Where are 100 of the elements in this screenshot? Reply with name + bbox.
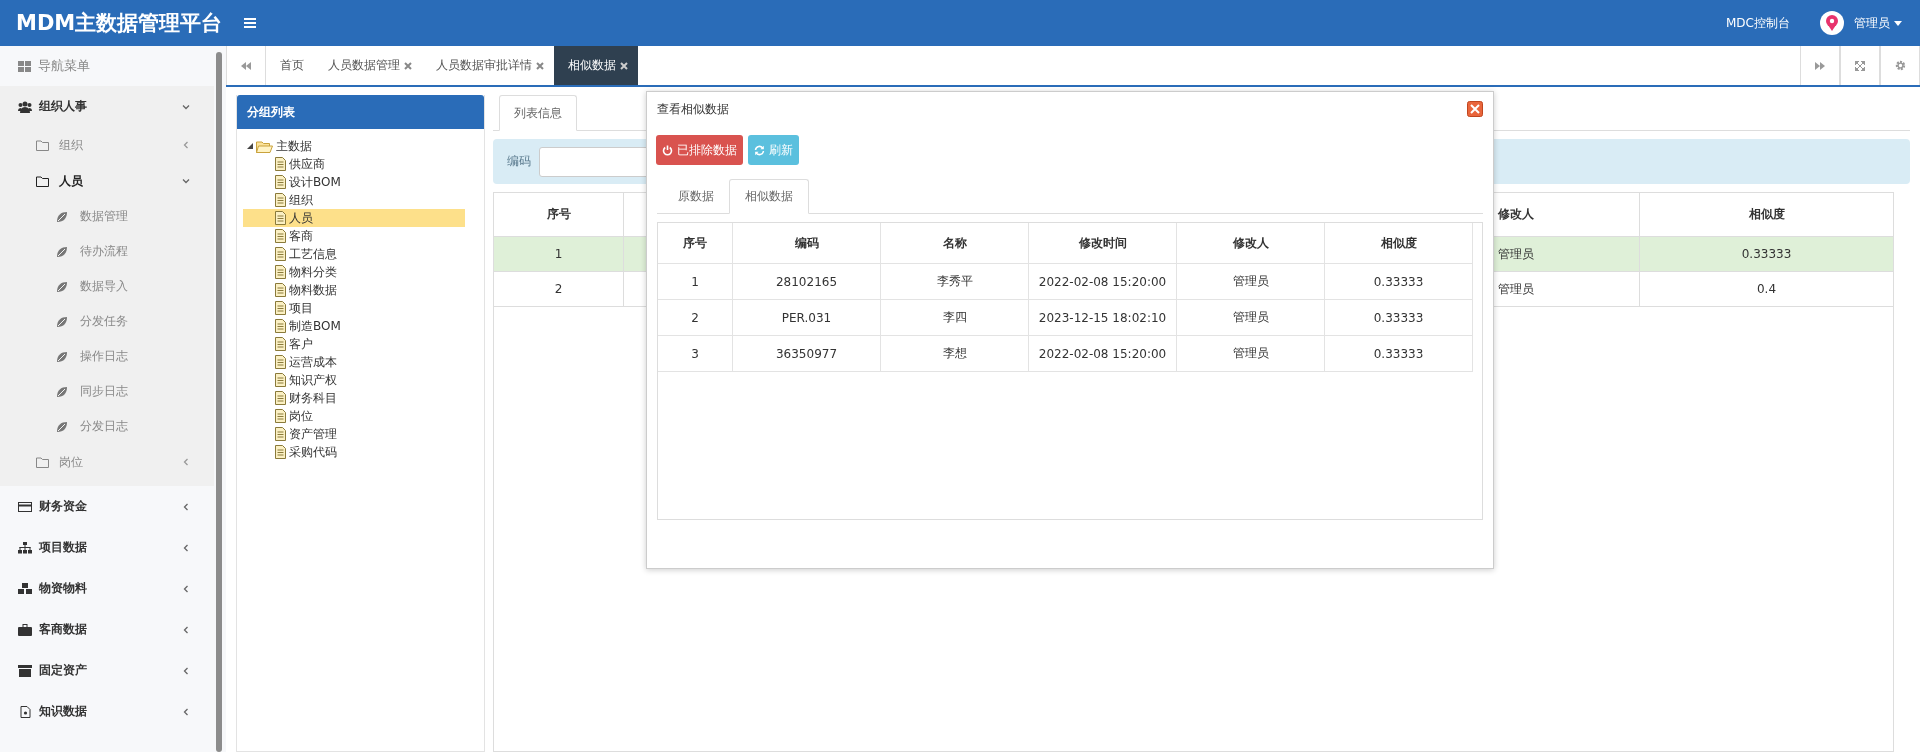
nav-item[interactable]: 物资物料 bbox=[0, 568, 214, 609]
tree-node[interactable]: 财务科目 bbox=[243, 389, 465, 407]
tree-node[interactable]: 物料分类 bbox=[243, 263, 465, 281]
scroll-right-button[interactable] bbox=[1800, 46, 1840, 85]
table-cell: 3 bbox=[658, 335, 733, 372]
close-icon[interactable] bbox=[404, 61, 412, 70]
document-icon bbox=[275, 283, 286, 297]
tree-node[interactable]: 设计BOM bbox=[243, 173, 465, 191]
nav-item[interactable]: 财务资金 bbox=[0, 486, 214, 527]
document-icon bbox=[275, 301, 286, 315]
tree-node[interactable]: 制造BOM bbox=[243, 317, 465, 335]
column-header: 相似度 bbox=[1324, 223, 1473, 264]
document-icon bbox=[275, 193, 286, 207]
column-header: 序号 bbox=[658, 223, 733, 264]
close-icon[interactable] bbox=[536, 61, 544, 70]
refresh-icon bbox=[754, 144, 765, 156]
table-cell: 2 bbox=[494, 272, 624, 306]
tree-node[interactable]: 客户 bbox=[243, 335, 465, 353]
column-header: 序号 bbox=[494, 193, 624, 236]
chevron-left-icon bbox=[182, 458, 190, 466]
tree-node[interactable]: 工艺信息 bbox=[243, 245, 465, 263]
user-menu[interactable]: 管理员 bbox=[1854, 14, 1902, 32]
double-left-icon bbox=[241, 61, 251, 70]
table-cell: 0.33333 bbox=[1324, 263, 1473, 300]
file-icon bbox=[18, 705, 32, 718]
triangle-down-icon bbox=[247, 143, 253, 149]
table-cell: 36350977 bbox=[732, 335, 881, 372]
tree-node[interactable]: 客商 bbox=[243, 227, 465, 245]
grid-icon bbox=[18, 60, 31, 72]
double-right-icon bbox=[1815, 61, 1825, 70]
tree-node[interactable]: 运营成本 bbox=[243, 353, 465, 371]
document-icon bbox=[275, 337, 286, 351]
scrollbar[interactable] bbox=[216, 52, 222, 752]
table-cell: 28102165 bbox=[732, 263, 881, 300]
column-header: 修改人 bbox=[1176, 223, 1325, 264]
close-icon[interactable] bbox=[1467, 101, 1483, 117]
settings-icon bbox=[1894, 60, 1906, 71]
tree-node[interactable]: 岗位 bbox=[243, 407, 465, 425]
settings-button[interactable] bbox=[1880, 46, 1920, 85]
page-tab[interactable]: 人员数据审批详情 bbox=[422, 46, 554, 85]
chevron-left-icon bbox=[182, 141, 190, 149]
page-tab[interactable]: 首页 bbox=[266, 46, 314, 85]
dialog-tab[interactable]: 相似数据 bbox=[729, 179, 809, 214]
document-icon bbox=[275, 409, 286, 423]
nav-title: 导航菜单 bbox=[38, 57, 90, 75]
tree-node[interactable]: 采购代码 bbox=[243, 443, 465, 461]
column-header: 修改时间 bbox=[1028, 223, 1177, 264]
table-cell: 0.33333 bbox=[1324, 299, 1473, 336]
leaf-icon bbox=[56, 245, 68, 258]
scroll-left-button[interactable] bbox=[226, 46, 266, 85]
table-cell: 2023-12-15 18:02:10 bbox=[1028, 299, 1177, 336]
tree-node[interactable]: 供应商 bbox=[243, 155, 465, 173]
tree-node[interactable]: 物料数据 bbox=[243, 281, 465, 299]
column-header: 相似度 bbox=[1747, 206, 1786, 223]
column-header: 编码 bbox=[732, 223, 881, 264]
table-cell-text: 0.33333 bbox=[1740, 246, 1793, 263]
table-cell: 管理员 bbox=[1176, 335, 1325, 372]
column-header: 名称 bbox=[880, 223, 1029, 264]
document-icon bbox=[275, 319, 286, 333]
chevron-down-icon bbox=[182, 102, 190, 111]
search-label: 编码 bbox=[507, 153, 531, 170]
nav-item[interactable]: 固定资产 bbox=[0, 650, 214, 691]
tree-node[interactable]: 知识产权 bbox=[243, 371, 465, 389]
table-cell: 1 bbox=[658, 263, 733, 300]
dialog-tab[interactable]: 原数据 bbox=[663, 179, 729, 213]
leaf-icon bbox=[56, 210, 68, 223]
page-tab[interactable]: 相似数据 bbox=[554, 46, 638, 85]
chevron-left-icon bbox=[182, 543, 190, 552]
document-icon bbox=[275, 247, 286, 261]
leaf-icon bbox=[56, 420, 68, 433]
nav-item[interactable]: 组织人事 bbox=[0, 86, 214, 127]
leaf-icon bbox=[56, 385, 68, 398]
table-cell: 李秀平 bbox=[880, 263, 1029, 300]
excluded-data-button[interactable]: 已排除数据 bbox=[656, 135, 743, 165]
tree-node[interactable]: 人员 bbox=[243, 209, 465, 227]
list-tab[interactable]: 列表信息 bbox=[499, 95, 577, 131]
nav-subitem[interactable]: 人员 bbox=[0, 163, 214, 199]
leaf-icon bbox=[56, 350, 68, 363]
table-cell: 管理员 bbox=[1176, 299, 1325, 336]
document-icon bbox=[275, 229, 286, 243]
console-link[interactable]: MDC控制台 bbox=[1726, 14, 1790, 32]
nav-item[interactable]: 知识数据 bbox=[0, 691, 214, 732]
archive-icon bbox=[18, 664, 32, 677]
folder-icon bbox=[36, 456, 49, 468]
fullscreen-button[interactable] bbox=[1840, 46, 1880, 85]
avatar-icon[interactable] bbox=[1820, 11, 1844, 35]
tree-node[interactable]: 资产管理 bbox=[243, 425, 465, 443]
page-tab[interactable]: 人员数据管理 bbox=[314, 46, 422, 85]
tree-node[interactable]: 组织 bbox=[243, 191, 465, 209]
table-cell: 李想 bbox=[880, 335, 1029, 372]
dialog-title: 查看相似数据 bbox=[657, 100, 729, 118]
menu-icon[interactable] bbox=[244, 18, 256, 28]
chevron-down-icon bbox=[182, 177, 190, 185]
nav-item[interactable]: 项目数据 bbox=[0, 527, 214, 568]
table-cell: 李四 bbox=[880, 299, 1029, 336]
nav-item[interactable]: 客商数据 bbox=[0, 609, 214, 650]
tree-node[interactable]: 主数据 bbox=[243, 137, 484, 155]
sitemap-icon bbox=[18, 541, 32, 554]
tree-node[interactable]: 项目 bbox=[243, 299, 465, 317]
table-cell: 2022-02-08 15:20:00 bbox=[1028, 335, 1177, 372]
